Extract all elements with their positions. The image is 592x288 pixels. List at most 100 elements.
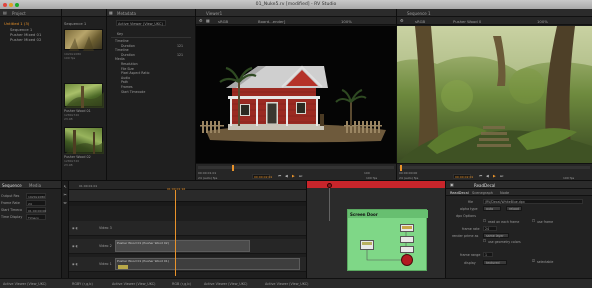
prop-label: frame range <box>460 253 481 257</box>
timeline-ruler[interactable]: 01:00:01:16 <box>69 187 306 202</box>
node-header-name: ReadDecal <box>474 182 496 188</box>
timeline-playhead[interactable] <box>175 190 176 276</box>
forest-image <box>397 26 592 163</box>
frame-range-field[interactable]: 1 <box>483 252 493 257</box>
viewer2-timeline-track[interactable] <box>399 166 590 169</box>
checkbox[interactable]: ☐ <box>483 239 486 243</box>
viewer1-current-timecode[interactable]: 00:00:02:01 <box>252 174 272 179</box>
render-as-select[interactable]: same layer <box>483 233 509 238</box>
project-tree-item[interactable]: Pusher Mixed 02 <box>10 37 41 42</box>
tab-media[interactable]: Media <box>29 183 41 188</box>
track-icons[interactable]: ◉ ◐ <box>72 244 78 248</box>
group-node[interactable]: Screen Door <box>347 209 428 271</box>
node-properties-panel: ▣ ReadDecal ReadDecal Scenegraph Node fi… <box>446 181 592 278</box>
viewer2-canvas[interactable] <box>397 26 592 163</box>
metadata-viewer-select[interactable]: Active Viewer (View_UKC) <box>116 20 166 26</box>
prop-label: render prime as <box>452 234 479 238</box>
sequence-prop-field[interactable]: Timeco <box>26 214 46 220</box>
tab-readdecal[interactable]: ReadDecal <box>450 191 469 195</box>
checkbox[interactable]: ☐ <box>532 219 535 223</box>
sequence-prop-field[interactable]: 01:00:00:00 <box>26 207 46 213</box>
source-select[interactable]: Pusher Wood 0 <box>453 19 481 24</box>
tab-scenegraph[interactable]: Scenegraph <box>472 191 493 195</box>
bottom-viewer-select[interactable]: Active Viewer (View_UKC) <box>204 282 247 286</box>
sequence-tab-bar: Sequence Media <box>0 181 61 189</box>
play-icon[interactable]: ▶ <box>292 174 295 179</box>
viewer1-playhead[interactable] <box>232 164 234 171</box>
settings-icon[interactable]: ⚙ <box>400 19 404 23</box>
sequence-prop-label: Time Display <box>1 215 23 219</box>
tab-sequence[interactable]: Sequence <box>2 183 22 188</box>
channel-select[interactable]: sRGB <box>218 19 228 24</box>
metadata-value: 121 <box>177 52 184 57</box>
razor-tool-icon[interactable]: ✂ <box>64 193 67 197</box>
alpha-type-select[interactable]: auto <box>483 206 501 211</box>
track-icons[interactable]: ◉ ◐ <box>72 262 78 266</box>
media-thumbnail[interactable] <box>64 127 104 154</box>
skip-back-icon[interactable]: ⏮ <box>479 174 482 179</box>
project-root-item[interactable]: Untitled 1 (3) <box>4 21 29 26</box>
metadata-key-header: Key <box>117 32 124 36</box>
media-thumbnail[interactable] <box>64 29 103 51</box>
viewer2-current-timecode[interactable]: 00:00:02:01 <box>453 174 473 179</box>
bottom-viewer-select[interactable]: Active Viewer (View_UKC) <box>265 282 308 286</box>
checkbox[interactable]: ☑ <box>532 259 535 263</box>
skip-forward-icon[interactable]: ⏭ <box>299 174 302 179</box>
step-back-icon[interactable]: ◀ <box>285 174 288 179</box>
viewer2-rate[interactable]: 100 fps <box>563 176 574 180</box>
tab-node[interactable]: Node <box>500 191 509 195</box>
viewer1-fps[interactable]: 24 (auto) fps <box>198 176 217 180</box>
node-box[interactable] <box>400 236 414 243</box>
viewer2-transport: 00:00:00:00 24 (auto) fps 00:00:02:01 ⏮ … <box>397 163 592 180</box>
viewer1-rate[interactable]: 100 fps <box>366 176 377 180</box>
select-tool-icon[interactable]: ↖ <box>64 185 67 189</box>
viewer2-timecode-start: 00:00:00:00 <box>399 170 418 175</box>
reload-button[interactable]: reload <box>506 206 522 211</box>
tab-project[interactable]: Project <box>12 11 26 16</box>
thumbnail-info: 23.98 <box>64 117 73 121</box>
grid-icon[interactable]: ▦ <box>206 19 210 23</box>
checkbox[interactable]: ☐ <box>483 219 486 223</box>
group-output-node[interactable] <box>401 254 413 266</box>
window-title: 01_Nuke5.rv [modified] - RV Studio <box>255 2 337 7</box>
viewer1-canvas[interactable] <box>196 26 396 163</box>
viewer1-toolbar: ⚙ ▦ sRGB Board...ender] 100% <box>196 17 396 25</box>
skip-forward-icon[interactable]: ⏭ <box>500 174 503 179</box>
sequence-prop-field[interactable]: 24 <box>26 200 46 206</box>
tab-sequence1[interactable]: Sequence 1 <box>407 11 431 16</box>
project-tree: Untitled 1 (3) Sequence 1 Pusher Mixed 0… <box>0 17 61 180</box>
channel-select[interactable]: sRGB <box>415 19 425 24</box>
clip-thumbnail <box>118 265 128 269</box>
bottom-viewer-select[interactable]: Active Viewer (View_UKC) <box>112 282 155 286</box>
sequence-properties-panel: Sequence Media Output Res 1920x1080 Frame … <box>0 181 61 278</box>
sequence-prop-field[interactable]: 1920x1080 <box>26 193 46 199</box>
step-back-icon[interactable]: ◀ <box>486 174 489 179</box>
bottom-viewer-select[interactable]: Active Viewer (View_UKC) <box>3 282 46 286</box>
media-thumbnail[interactable] <box>64 83 104 108</box>
node-graph-panel[interactable]: Screen Door <box>307 181 445 278</box>
slip-tool-icon[interactable]: ⇔ <box>64 201 67 205</box>
zoom-select[interactable]: 100% <box>341 19 352 24</box>
check-label: selectable <box>537 260 554 264</box>
play-icon[interactable]: ▶ <box>493 174 496 179</box>
timeline-clip[interactable]: Pusher Wood 01 (Pusher Wood 01) <box>115 258 300 270</box>
viewer1-timeline-track[interactable] <box>198 166 394 169</box>
display-select[interactable]: textured <box>483 260 507 265</box>
zoom-select[interactable]: 100% <box>537 19 548 24</box>
node-box[interactable] <box>400 246 414 253</box>
source-select[interactable]: Board...ender] <box>258 19 285 24</box>
tab-metadata[interactable]: Metadata <box>117 11 136 16</box>
track-icons[interactable]: ◉ ◐ <box>72 226 78 230</box>
title-bar: 01_Nuke5.rv [modified] - RV Studio <box>0 0 592 9</box>
frame-rate-field[interactable]: 24 <box>483 226 497 231</box>
tab-viewer1[interactable]: Viewer1 <box>206 11 222 16</box>
file-path-field[interactable]: /RV/Decal/WhiteBlue.dpx <box>483 199 583 204</box>
skip-back-icon[interactable]: ⏮ <box>278 174 281 179</box>
viewer2-fps[interactable]: 24 (auto) fps <box>399 176 418 180</box>
settings-icon[interactable]: ⚙ <box>199 19 203 23</box>
timeline-clip[interactable]: Pusher Wood 01 (Pusher Wood 02) <box>115 240 250 252</box>
viewer1-transport: 00:00:01:01 24 (auto) fps 00:00:02:01 ⏮ … <box>196 163 396 180</box>
check-label: read on each frame <box>488 220 520 224</box>
metadata-panel: Metadata ▦ Active Viewer (View_UKC) Key … <box>107 9 195 180</box>
metadata-key: Duration <box>121 43 135 48</box>
